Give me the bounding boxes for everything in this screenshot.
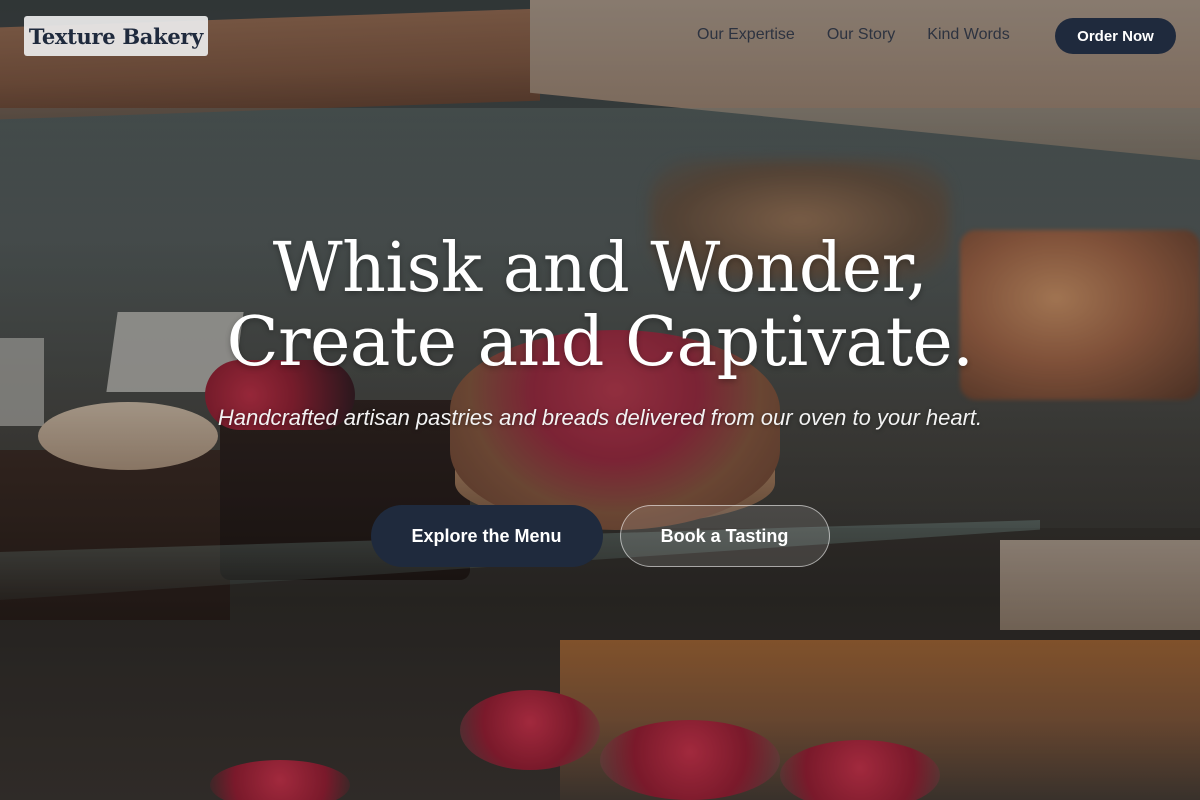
hero-title-line-2: Create and Captivate. — [226, 303, 974, 382]
nav-link-kind-words[interactable]: Kind Words — [927, 26, 1009, 44]
explore-menu-button[interactable]: Explore the Menu — [370, 505, 603, 567]
hero-subtitle: Handcrafted artisan pastries and breads … — [217, 405, 983, 430]
hero-title-line-1: Whisk and Wonder, — [272, 229, 928, 308]
book-tasting-button[interactable]: Book a Tasting — [619, 505, 830, 567]
hero-title: Whisk and Wonder, Create and Captivate. — [0, 232, 1200, 380]
nav-link-our-expertise[interactable]: Our Expertise — [697, 26, 795, 44]
logo[interactable]: Texture Bakery — [24, 16, 208, 56]
order-now-button[interactable]: Order Now — [1055, 18, 1176, 54]
hero-content: Whisk and Wonder, Create and Captivate. … — [0, 232, 1200, 434]
site-header: Texture Bakery Our Expertise Our Story K… — [0, 0, 1200, 72]
nav-link-our-story[interactable]: Our Story — [827, 26, 895, 44]
main-nav: Our Expertise Our Story Kind Words — [697, 26, 1010, 44]
cta-row: Explore the Menu Book a Tasting — [0, 505, 1200, 567]
